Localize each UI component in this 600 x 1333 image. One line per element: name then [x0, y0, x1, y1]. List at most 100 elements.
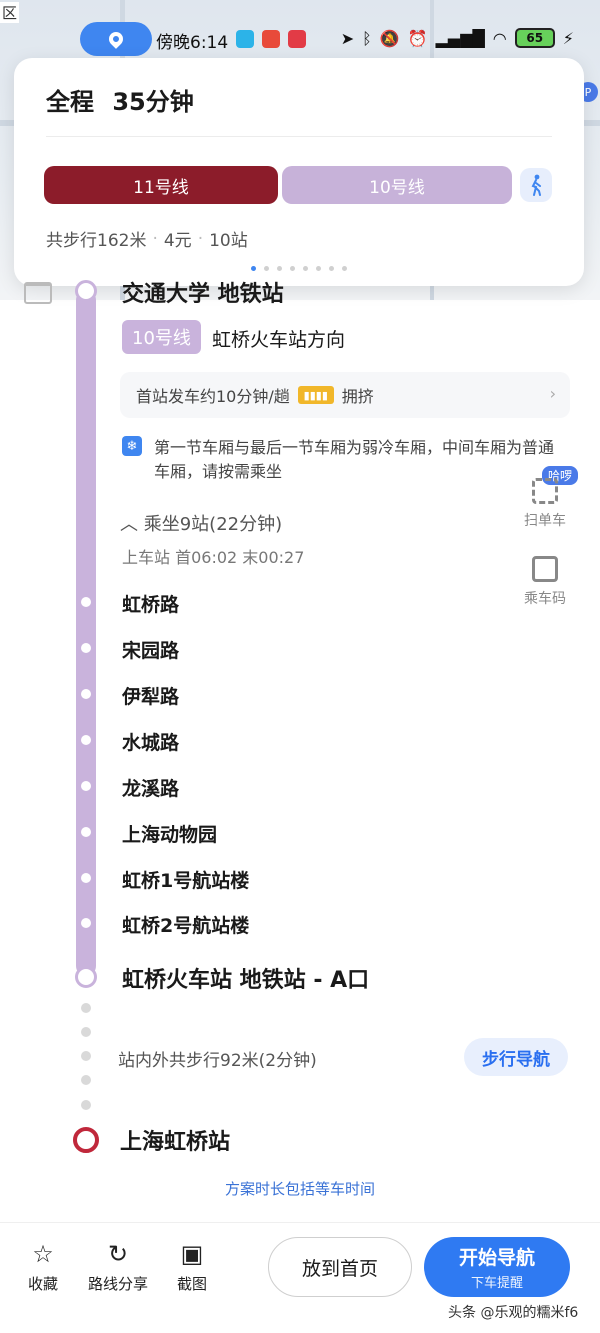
scan-bike-label: 扫单车: [524, 513, 566, 529]
app-notification-icon: [262, 30, 280, 48]
image-icon: ▣: [180, 1240, 204, 1268]
car-temperature-note: 第一节车厢与最后一节车厢为弱冷车厢，中间车厢为普通车厢，请按需乘坐: [154, 438, 555, 481]
walk-summary: 站内外共步行92米(2分钟): [118, 1051, 317, 1071]
screenshot-button[interactable]: ▣ 截图: [177, 1241, 207, 1294]
chevron-right-icon: ›: [549, 384, 556, 403]
direction-text: 虹桥火车站方向: [212, 329, 346, 351]
battery-icon: 65: [514, 28, 555, 48]
stop-marker: [81, 873, 91, 883]
screenshot-label: 截图: [177, 1275, 208, 1293]
share-label: 路线分享: [88, 1275, 149, 1293]
line-badge: 10号线: [122, 320, 201, 354]
page-dot: [290, 266, 295, 271]
page-dot: [264, 266, 269, 271]
stop-marker: [81, 597, 91, 607]
metro-icon: [24, 282, 52, 304]
favorite-button[interactable]: ☆ 收藏: [28, 1241, 58, 1294]
board-station-marker: [75, 280, 97, 302]
stop-name: 虹桥2号航站楼: [122, 915, 250, 937]
fare: 4元: [163, 231, 192, 251]
red-packet-icon: [288, 30, 306, 48]
favorite-label: 收藏: [28, 1275, 59, 1293]
alight-reminder-label: 下车提醒: [470, 1276, 523, 1291]
walk-dot: [81, 1003, 91, 1013]
segment-walk: [520, 168, 552, 202]
crowd-level: 拥挤: [341, 387, 374, 406]
snowflake-icon: ❄: [122, 436, 142, 456]
start-navigation-button[interactable]: 开始导航 下车提醒: [424, 1237, 570, 1297]
signal-icon: ▂▄▆█: [435, 28, 485, 48]
station-count: 10站: [209, 231, 248, 251]
watermark: 头条 @乐观的糯米f6: [448, 1305, 579, 1321]
board-station: 交通大学 地铁站: [122, 282, 284, 307]
wifi-icon: ◠: [492, 28, 507, 48]
ride-code-label: 乘车码: [524, 591, 566, 607]
location-pin-icon: [106, 29, 126, 49]
page-dot: [316, 266, 321, 271]
frequency-text: 首站发车约10分钟/趟: [136, 387, 290, 406]
segment-line-10: 10号线: [282, 166, 512, 204]
scan-bike-button[interactable]: 扫单车: [518, 478, 572, 530]
stop-name: 伊犁路: [122, 686, 180, 708]
ride-code-button[interactable]: 乘车码: [518, 556, 572, 608]
page-dot: [342, 266, 347, 271]
plan-footnote: 方案时长包括等车时间: [224, 1180, 375, 1198]
walk-navigation-button[interactable]: 步行导航: [464, 1038, 568, 1076]
total-label: 全程: [46, 88, 94, 116]
walk-dot: [81, 1027, 91, 1037]
status-time: 傍晚6:14: [156, 33, 229, 53]
total-time: 35分钟: [112, 88, 194, 116]
stop-marker: [81, 735, 91, 745]
qr-code-icon: [532, 556, 558, 582]
navigation-arrow-icon: ➤: [340, 28, 355, 48]
start-navigation-label: 开始导航: [458, 1247, 535, 1269]
page-dot: [329, 266, 334, 271]
total-duration: 全程 35分钟: [46, 82, 194, 117]
walk-dot: [81, 1075, 91, 1085]
stop-name: 龙溪路: [122, 778, 180, 800]
stop-name: 上海动物园: [122, 824, 218, 846]
status-icons: ➤ ᛒ 🔕 ⏰ ▂▄▆█ ◠ 65 ⚡: [341, 28, 574, 48]
alarm-icon: ⏰: [407, 28, 428, 48]
divider: [46, 136, 552, 137]
ride-count-toggle[interactable]: ︿ 乘坐9站(22分钟): [120, 510, 282, 536]
walking-person-icon: [531, 174, 541, 196]
route-summary-card[interactable]: 全程 35分钟 11号线 10号线 共步行162米 · 4元 · 10站: [14, 58, 584, 286]
alight-station: 虹桥火车站 地铁站 - A口: [122, 968, 370, 993]
stop-marker: [81, 918, 91, 928]
share-icon: ↻: [107, 1240, 129, 1268]
stop-marker: [81, 827, 91, 837]
frequency-box[interactable]: 首站发车约10分钟/趟 ▮▮▮▮ 拥挤 ›: [120, 372, 570, 418]
board-times: 上车站 首06:02 末00:27: [122, 548, 305, 567]
charging-icon: ⚡: [562, 28, 574, 48]
destination-marker: [73, 1127, 99, 1153]
map-district-label: 区: [0, 2, 20, 23]
stop-name: 虹桥1号航站楼: [122, 870, 250, 892]
route-segment-bar: 11号线 10号线: [44, 166, 552, 204]
mute-icon: 🔕: [379, 28, 400, 48]
status-bar: 傍晚6:14 ➤ ᛒ 🔕 ⏰ ▂▄▆█ ◠ 65 ⚡: [0, 22, 600, 56]
stop-marker: [81, 689, 91, 699]
segment-line-11: 11号线: [44, 166, 278, 204]
alight-station-marker: [75, 966, 97, 988]
walk-dot: [81, 1100, 91, 1110]
bluetooth-icon: ᛒ: [362, 28, 372, 48]
route-meta: 共步行162米 · 4元 · 10站: [46, 226, 248, 252]
pin-to-home-button[interactable]: 放到首页: [268, 1237, 412, 1297]
location-indicator: [80, 22, 152, 56]
page-indicator[interactable]: [14, 266, 584, 271]
share-route-button[interactable]: ↻ 路线分享: [88, 1241, 148, 1294]
star-icon: ☆: [32, 1240, 54, 1268]
stop-name: 虹桥路: [122, 594, 180, 616]
scan-icon: [532, 478, 558, 504]
page-dot: [303, 266, 308, 271]
telegram-icon: [236, 30, 254, 48]
page-dot: [251, 266, 256, 271]
stop-marker: [81, 643, 91, 653]
stop-marker: [81, 781, 91, 791]
page-dot: [277, 266, 282, 271]
stop-name: 水城路: [122, 732, 180, 754]
crowd-icon: ▮▮▮▮: [297, 386, 334, 404]
destination-name: 上海虹桥站: [120, 1130, 231, 1155]
stop-name: 宋园路: [122, 640, 180, 662]
